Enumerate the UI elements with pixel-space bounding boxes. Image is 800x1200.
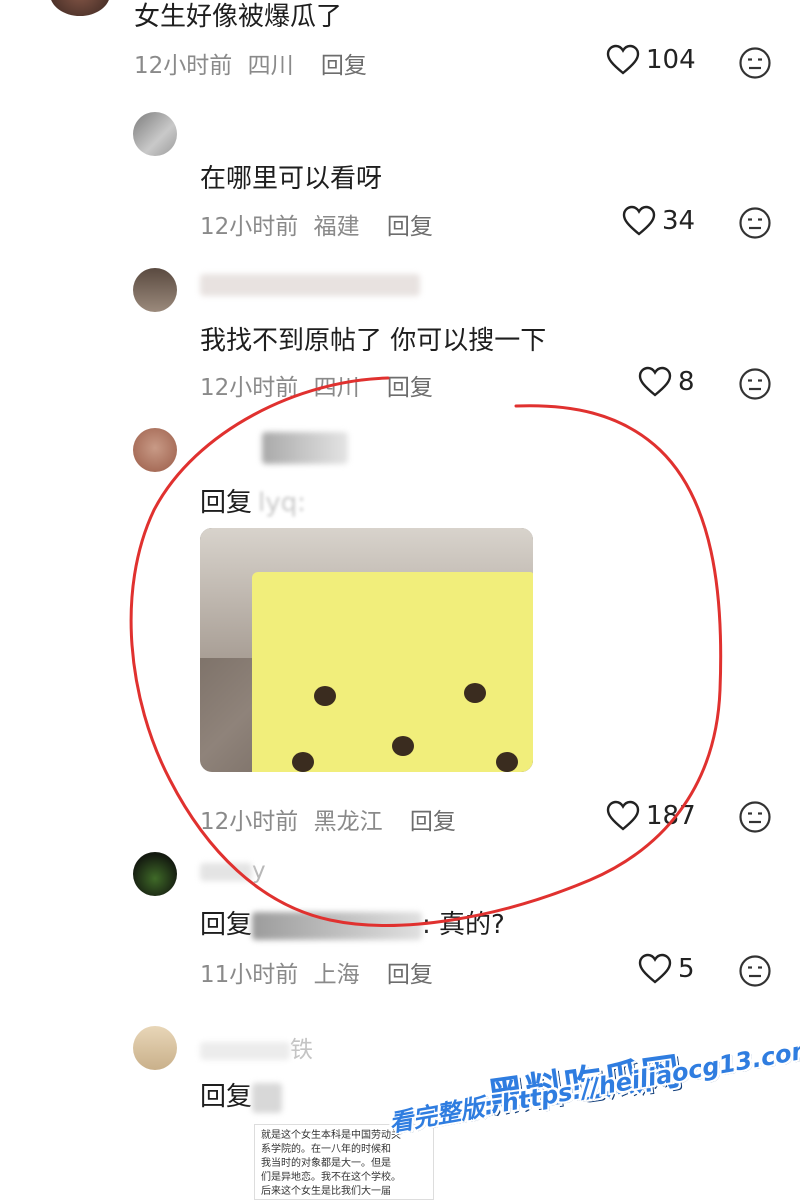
comment-meta: 12小时前 四川 回复 [134, 46, 367, 80]
comment-time: 12小时前 [200, 375, 299, 401]
reply-target-blurred [252, 911, 423, 940]
avatar[interactable] [50, 0, 110, 16]
comment-image[interactable] [200, 528, 533, 772]
reply-target-blurred [252, 1082, 283, 1113]
comment-text: 我找不到原帖了 你可以搜一下 [200, 326, 547, 356]
comment-time: 12小时前 [200, 809, 299, 835]
reply-button[interactable]: 回复 [387, 214, 433, 240]
comment-text: 回复 : 真的? [200, 904, 505, 941]
like-count: 104 [646, 45, 696, 75]
username-blurred [262, 432, 348, 464]
comment-location: 黑龙江 [313, 809, 383, 835]
document-line: 系学院的。在一八年的时候和 [261, 1144, 391, 1155]
comment-text: 回复 [200, 1076, 283, 1113]
like-button[interactable]: 8 [638, 366, 695, 398]
watermark-url[interactable]: 看完整版: https://heiliaocg13.com [386, 1029, 800, 1139]
document-line: 们是异地恋。我不在这个学校。 [261, 1172, 401, 1183]
comment-time: 11小时前 [200, 962, 299, 988]
comment-location: 福建 [313, 214, 360, 240]
image-censor-dot [314, 686, 336, 706]
username-blurred [200, 274, 420, 296]
comment-location: 上海 [313, 962, 360, 988]
reply-button[interactable]: 回复 [387, 962, 433, 988]
image-censor-dot [496, 752, 518, 772]
avatar[interactable] [133, 1026, 177, 1070]
image-censor-dot [292, 752, 314, 772]
heart-icon [606, 800, 640, 831]
avatar[interactable] [133, 112, 177, 156]
reply-button[interactable]: 回复 [410, 809, 456, 835]
comment-time: 12小时前 [134, 53, 233, 79]
reply-prefix: 回复 [200, 1082, 253, 1112]
reply-target-blurred: lyq: [258, 488, 306, 518]
username-blurred [200, 862, 252, 881]
emoji-reaction-icon[interactable] [738, 206, 772, 240]
comment-location: 四川 [313, 375, 360, 401]
comment-text: 回复 lyq: [200, 482, 306, 519]
reply-button[interactable]: 回复 [321, 53, 367, 79]
emoji-reaction-icon[interactable] [738, 800, 772, 834]
username-visible: y [252, 858, 266, 884]
reply-text: : 真的? [422, 910, 505, 940]
comment-time: 12小时前 [200, 214, 299, 240]
username-partial: 铁 [200, 1030, 313, 1064]
heart-icon [638, 366, 672, 397]
like-button[interactable]: 104 [606, 44, 696, 76]
like-button[interactable]: 34 [622, 205, 695, 237]
heart-icon [638, 953, 672, 984]
like-count: 187 [646, 801, 696, 831]
image-censor-dot [392, 736, 414, 756]
username-partial: y [200, 858, 266, 884]
emoji-reaction-icon[interactable] [738, 46, 772, 80]
comment-text: 在哪里可以看呀 [200, 164, 383, 194]
emoji-reaction-icon[interactable] [738, 954, 772, 988]
reply-prefix: 回复 [200, 488, 253, 518]
reply-button[interactable]: 回复 [387, 375, 433, 401]
comment-meta: 12小时前 四川 回复 [200, 368, 433, 402]
comment-meta: 11小时前 上海 回复 [200, 955, 433, 989]
like-count: 34 [662, 206, 696, 236]
username-blurred [200, 1041, 290, 1060]
avatar[interactable] [133, 852, 177, 896]
comment-list: 女生好像被爆瓜了 12小时前 四川 回复 104 在哪里可以看呀 12小时前 福… [0, 0, 800, 1200]
document-line: 后来这个女生是比我们大一届 [261, 1186, 391, 1197]
like-count: 8 [678, 367, 695, 397]
avatar[interactable] [133, 268, 177, 312]
comment-meta: 12小时前 黑龙江 回复 [200, 802, 456, 836]
like-count: 5 [678, 954, 695, 984]
heart-icon [622, 205, 656, 236]
username-visible: 铁 [290, 1037, 313, 1063]
document-line: 我当时的对象都是大一。但是 [261, 1158, 391, 1169]
emoji-reaction-icon[interactable] [738, 367, 772, 401]
comment-location: 四川 [247, 53, 294, 79]
like-button[interactable]: 5 [638, 953, 695, 985]
comment-meta: 12小时前 福建 回复 [200, 207, 433, 241]
like-button[interactable]: 187 [606, 800, 696, 832]
avatar[interactable] [133, 428, 177, 472]
image-censor-dot [464, 683, 486, 703]
heart-icon [606, 44, 640, 75]
reply-prefix: 回复 [200, 910, 253, 940]
comment-text: 女生好像被爆瓜了 [134, 2, 343, 32]
